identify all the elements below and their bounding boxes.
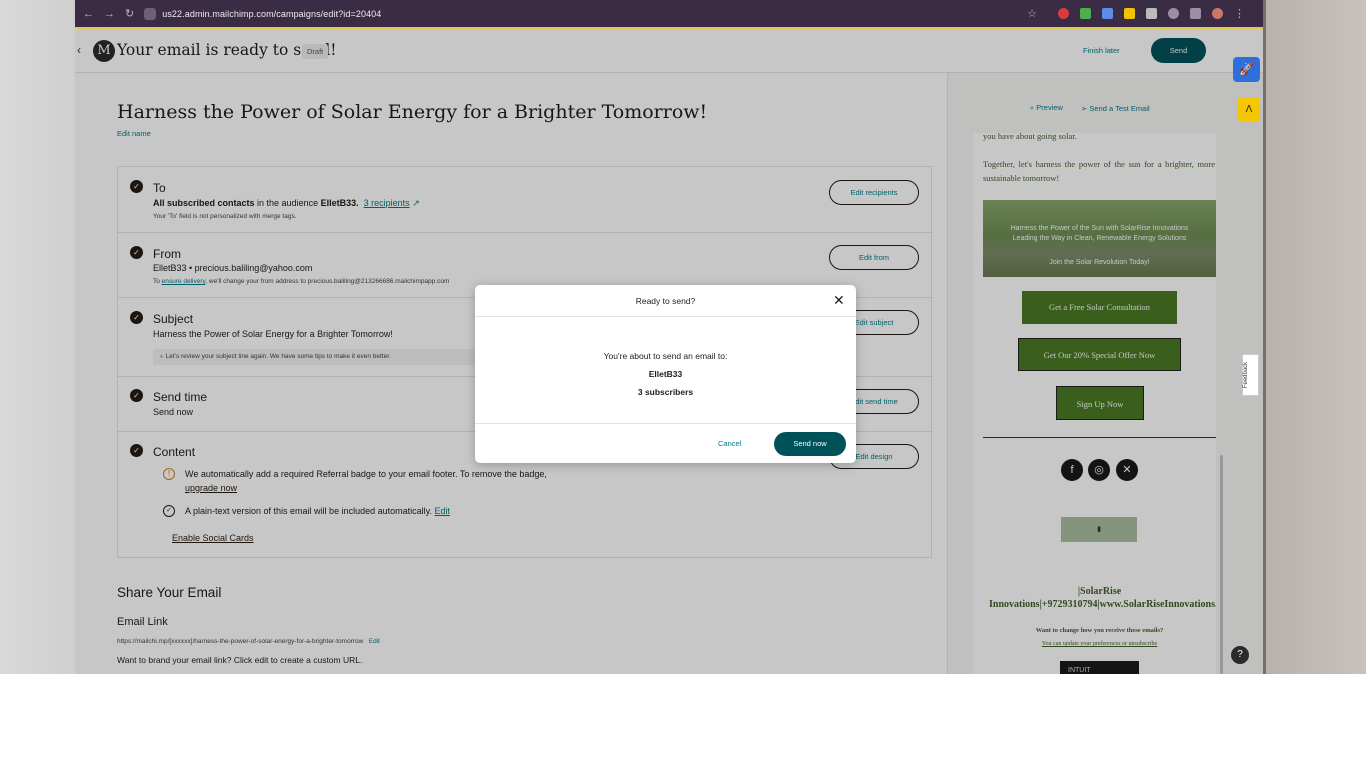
dialog-message: You're about to send an email to: [603, 351, 728, 361]
reload-icon[interactable]: ↻ [125, 7, 134, 20]
dialog-header: Ready to send? ✕ [475, 285, 856, 317]
window-backdrop-left [0, 0, 75, 674]
browser-toolbar: ← → ↻ us22.admin.mailchimp.com/campaigns… [75, 0, 1263, 27]
rocket-icon[interactable]: 🚀 [1233, 57, 1260, 82]
send-now-button[interactable]: Send now [774, 432, 846, 456]
puzzle-icon[interactable] [1146, 8, 1157, 19]
dialog-body: You're about to send an email to: ElletB… [475, 347, 856, 401]
address-bar[interactable]: us22.admin.mailchimp.com/campaigns/edit?… [162, 9, 381, 19]
extension-icon[interactable] [1080, 8, 1091, 19]
feedback-tab[interactable]: Feedback [1242, 354, 1259, 396]
profile-avatar[interactable] [1212, 8, 1223, 19]
dialog-audience: ElletB33 [648, 369, 683, 379]
dialog-footer: Cancel Send now [475, 423, 856, 463]
dialog-title: Ready to send? [635, 296, 696, 306]
dialog-count: 3 subscribers [637, 387, 694, 397]
cancel-button[interactable]: Cancel [718, 439, 741, 448]
ready-to-send-dialog: Ready to send? ✕ You're about to send an… [475, 285, 856, 463]
media-icon[interactable] [1190, 8, 1201, 19]
help-button[interactable]: ? [1231, 646, 1249, 664]
bookmark-star-icon[interactable]: ☆ [1027, 7, 1037, 20]
back-arrow-icon[interactable]: ← [83, 8, 94, 20]
forward-arrow-icon[interactable]: → [104, 8, 115, 20]
site-settings-icon[interactable] [144, 7, 157, 20]
extension-a-icon[interactable]: Λ [1238, 97, 1260, 122]
extension-icon[interactable] [1058, 8, 1069, 19]
extension-tray: ☆ ⋮ [1027, 7, 1255, 20]
browser-window: ← → ↻ us22.admin.mailchimp.com/campaigns… [75, 0, 1263, 674]
history-icon[interactable] [1168, 8, 1179, 19]
close-icon[interactable]: ✕ [833, 292, 845, 309]
extension-icon[interactable] [1124, 8, 1135, 19]
feedback-label: Feedback [1243, 361, 1250, 389]
extension-icon[interactable] [1102, 8, 1113, 19]
window-backdrop-right [1263, 0, 1366, 674]
menu-kebab-icon[interactable]: ⋮ [1234, 7, 1245, 20]
